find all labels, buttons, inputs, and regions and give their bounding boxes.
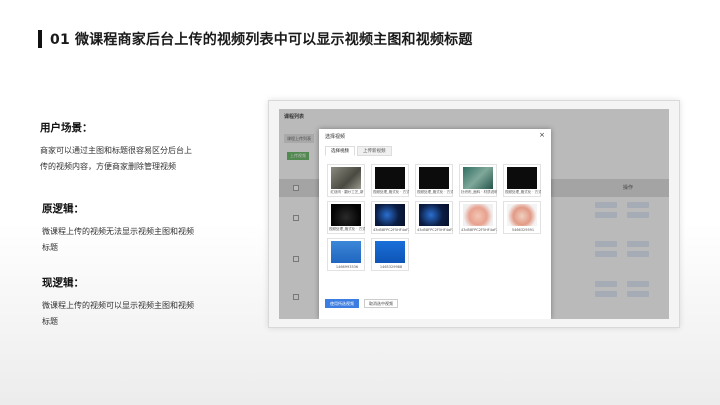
- current-logic-section: 现逻辑： 微课程上传的视频可以显示视频主图和视频 标题: [42, 275, 232, 330]
- video-thumbnail: [375, 241, 405, 263]
- video-card[interactable]: 5466329591: [503, 201, 541, 234]
- video-title: 1465329988: [379, 265, 403, 269]
- page-header: 01 微课程商家后台上传的视频列表中可以显示视频主图和视频标题: [38, 29, 473, 49]
- video-thumbnail: [507, 167, 537, 189]
- original-logic-line-1: 微课程上传的视频无法显示视频主图和视频: [42, 227, 194, 236]
- original-logic-heading: 原逻辑：: [42, 203, 84, 215]
- current-logic-heading: 现逻辑：: [42, 277, 84, 289]
- video-title: 视频处理_格式化 · 方式: [329, 227, 365, 231]
- user-scene-line-2: 传的视频内容，方便商家删除管理视频: [40, 162, 176, 171]
- video-thumbnail: [331, 167, 361, 189]
- page-title: 01 微课程商家后台上传的视频列表中可以显示视频主图和视频标题: [50, 32, 473, 48]
- close-icon[interactable]: ×: [539, 131, 545, 139]
- video-thumbnail: [419, 167, 449, 189]
- video-title: 1466993536: [335, 265, 359, 269]
- video-thumbnail: [331, 241, 361, 263]
- video-card[interactable]: 43d58FPC2F5HF4aFX2: [459, 201, 497, 234]
- user-scene-line-1: 商家可以通过主图和标题很容易区分后台上: [40, 146, 192, 155]
- video-title: 视频处理_格式化 · 方式: [505, 190, 541, 194]
- video-card[interactable]: 1465329988: [371, 238, 409, 271]
- video-card[interactable]: 针织布_面料 · 材质说明: [459, 164, 497, 197]
- video-thumbnail: [463, 167, 493, 189]
- select-video-modal: 选择视频 × 选择视频 上传新视频 红烧肉 · 翻炒工艺_新 视频处理_格式化 ·…: [319, 129, 551, 319]
- video-title: 43d58FPC2F5HF4aFX2: [373, 228, 409, 232]
- video-title: 43d58FPC2F5HF4aFX2: [461, 228, 497, 232]
- video-card[interactable]: 43d58FPC2F5HF4aFX2: [371, 201, 409, 234]
- video-card[interactable]: 43d58FPC2F5HF4aFX2: [415, 201, 453, 234]
- use-selected-video-button[interactable]: 使用所选视频: [325, 299, 359, 308]
- cancel-selection-button[interactable]: 取消选中视频: [364, 299, 398, 308]
- video-title: 视频处理_格式化 · 方式: [417, 190, 453, 194]
- video-card[interactable]: 视频处理_格式化 · 方式: [415, 164, 453, 197]
- title-accent-bar: [38, 30, 42, 48]
- video-thumbnail: [507, 204, 537, 226]
- video-title: 43d58FPC2F5HF4aFX2: [417, 228, 453, 232]
- video-title: 5466329591: [511, 228, 535, 232]
- video-title: 针织布_面料 · 材质说明: [461, 190, 497, 194]
- original-logic-section: 原逻辑： 微课程上传的视频无法显示视频主图和视频 标题: [42, 201, 232, 256]
- tab-upload-new-video[interactable]: 上传新视频: [357, 146, 392, 156]
- modal-tabs: 选择视频 上传新视频: [325, 146, 392, 156]
- video-card[interactable]: 视频处理_格式化 · 方式: [503, 164, 541, 197]
- backend-screenshot: 课程列表 课程上传列表 上传视频 操作 选择视频 × 选择视频 上传新视频 红烧…: [268, 100, 680, 328]
- modal-title: 选择视频: [325, 134, 346, 140]
- current-logic-line-1: 微课程上传的视频可以显示视频主图和视频: [42, 301, 194, 310]
- video-thumbnail: [375, 204, 405, 226]
- video-thumbnail: [331, 204, 361, 226]
- user-scene-section: 用户场景： 商家可以通过主图和标题很容易区分后台上 传的视频内容，方便商家删除管…: [40, 120, 240, 175]
- video-thumbnail: [419, 204, 449, 226]
- current-logic-line-2: 标题: [42, 317, 58, 326]
- user-scene-heading: 用户场景：: [40, 122, 93, 134]
- modal-footer: 使用所选视频 取消选中视频: [325, 299, 398, 308]
- video-title: 红烧肉 · 翻炒工艺_新: [330, 190, 364, 194]
- video-card[interactable]: 1466993536: [327, 238, 365, 271]
- video-grid: 红烧肉 · 翻炒工艺_新 视频处理_格式化 · 方式 视频处理_格式化 · 方式 针织…: [327, 164, 545, 271]
- video-card[interactable]: 视频处理_格式化 · 方式: [371, 164, 409, 197]
- tab-select-video[interactable]: 选择视频: [325, 146, 355, 156]
- original-logic-line-2: 标题: [42, 243, 58, 252]
- video-thumbnail: [463, 204, 493, 226]
- video-card[interactable]: 视频处理_格式化 · 方式: [327, 201, 365, 234]
- video-card[interactable]: 红烧肉 · 翻炒工艺_新: [327, 164, 365, 197]
- video-title: 视频处理_格式化 · 方式: [373, 190, 409, 194]
- backend-page: 课程列表 课程上传列表 上传视频 操作 选择视频 × 选择视频 上传新视频 红烧…: [279, 109, 669, 319]
- video-thumbnail: [375, 167, 405, 189]
